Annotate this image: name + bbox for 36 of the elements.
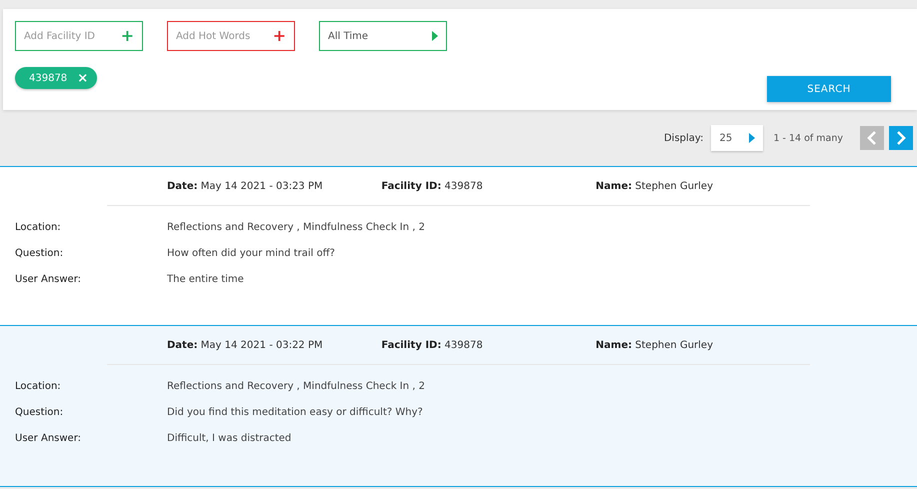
record-meta: Name: Stephen Gurley: [596, 340, 714, 353]
field-label: User Answer:: [14, 432, 82, 444]
chevron-left-icon: [867, 131, 877, 145]
search-button[interactable]: SEARCH: [767, 76, 891, 102]
field-value: Reflections and Recovery , Mindfulness Check In , 2: [167, 380, 425, 392]
record-meta: Date: May 14 2021 - 03:23 PM: [167, 181, 324, 194]
field-value: The entire time: [167, 274, 244, 284]
close-icon[interactable]: ×: [77, 70, 88, 86]
field-value: Did you find this meditation easy or difficult? Why?: [167, 406, 423, 418]
caret-icon[interactable]: [432, 31, 438, 41]
field-label: User Answer:: [14, 274, 82, 284]
field-label: Location:: [14, 380, 62, 392]
record-meta: Facility ID: 439878: [381, 181, 484, 194]
caret-icon[interactable]: [749, 133, 756, 143]
record-meta: Facility ID: 439878: [381, 340, 484, 353]
chip-label: 439878: [29, 72, 68, 84]
field-value: Reflections and Recovery , Mindfulness Check In , 2: [167, 222, 425, 232]
field-label: Question:: [14, 406, 64, 418]
dropdown-field[interactable]: All Time: [319, 21, 447, 51]
input-field[interactable]: Add Hot Words +: [167, 21, 295, 51]
field-label: Location:: [14, 222, 62, 232]
record-card[interactable]: [0, 325, 917, 487]
input-field[interactable]: Add Facility ID +: [15, 21, 143, 51]
record-card[interactable]: [0, 166, 917, 325]
page-size-dropdown[interactable]: 25: [711, 125, 764, 151]
display-label: Display:: [664, 132, 704, 144]
plus-icon[interactable]: +: [272, 28, 286, 44]
record-meta: Name: Stephen Gurley: [596, 181, 714, 194]
field-label: Question:: [14, 248, 64, 258]
next-page-button[interactable]: [889, 126, 913, 150]
field-value: Difficult, I was distracted: [167, 432, 292, 444]
plus-icon[interactable]: +: [120, 28, 134, 44]
chevron-right-icon: [896, 131, 906, 145]
record-meta: Date: May 14 2021 - 03:22 PM: [167, 340, 324, 353]
field-value: How often did your mind trail off?: [167, 248, 335, 258]
page-range: 1 - 14 of many: [773, 132, 843, 144]
